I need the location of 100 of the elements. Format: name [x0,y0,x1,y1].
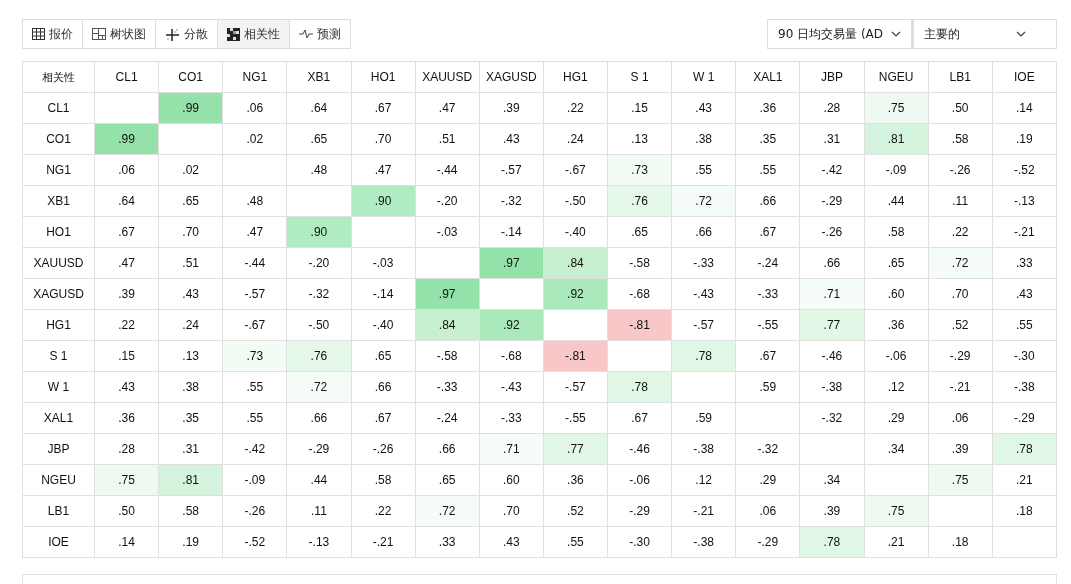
row-header: XAGUSD [22,278,95,310]
correlation-cell: .72 [928,247,993,279]
correlation-cell: -.32 [799,402,864,434]
correlation-cell: .71 [479,433,544,465]
row-header: S 1 [22,340,95,372]
scatter-icon [165,27,180,41]
correlation-cell: -.21 [671,495,736,527]
correlation-cell: .44 [286,464,351,496]
view-tab[interactable]: 相关性 [218,20,290,48]
correlation-cell: -.40 [543,216,608,248]
correlation-cell: -.20 [415,185,480,217]
correlation-cell: -.29 [286,433,351,465]
correlation-cell: .73 [222,340,287,372]
correlation-cell: .78 [671,340,736,372]
correlation-cell: .70 [351,123,416,155]
correlation-cell: .67 [94,216,159,248]
correlation-cell: -.57 [543,371,608,403]
correlation-cell: .66 [735,185,800,217]
correlation-cell: .22 [543,92,608,124]
correlation-cell: .39 [94,278,159,310]
correlation-cell: .39 [799,495,864,527]
correlation-cell: .75 [928,464,993,496]
dropdown[interactable]: 主要的 [912,19,1057,49]
correlation-cell: .65 [864,247,929,279]
correlation-cell: .55 [671,154,736,186]
column-header: LB1 [928,61,993,93]
correlation-cell: .52 [543,495,608,527]
row-header: CO1 [22,123,95,155]
correlation-cell: -.14 [351,278,416,310]
correlation-cell: .55 [222,402,287,434]
row-header: W 1 [22,371,95,403]
correlation-cell: .36 [94,402,159,434]
column-header: IOE [992,61,1057,93]
correlation-cell: .02 [222,123,287,155]
correlation-cell: .48 [286,154,351,186]
correlation-cell: .36 [543,464,608,496]
correlation-cell: -.38 [799,371,864,403]
correlation-cell: .81 [864,123,929,155]
correlation-cell: .11 [286,495,351,527]
correlation-cell: .65 [415,464,480,496]
correlation-cell: .34 [864,433,929,465]
treemap-icon [92,28,106,40]
correlation-cell: .78 [799,526,864,558]
correlation-cell: -.50 [286,309,351,341]
correlation-cell: -.57 [222,278,287,310]
correlation-cell: .47 [415,92,480,124]
row-header: XAUUSD [22,247,95,279]
correlation-cell: -.26 [799,216,864,248]
correlation-cell: .34 [799,464,864,496]
correlation-cell: .66 [351,371,416,403]
row-header: LB1 [22,495,95,527]
correlation-cell: -.55 [543,402,608,434]
correlation-cell: .92 [479,309,544,341]
correlation-cell: -.29 [735,526,800,558]
correlation-cell: .43 [671,92,736,124]
correlation-cell: .75 [864,495,929,527]
correlation-cell: .72 [286,371,351,403]
correlation-cell: .58 [158,495,223,527]
correlation-cell: -.52 [222,526,287,558]
row-header: HO1 [22,216,95,248]
correlation-cell: .22 [928,216,993,248]
correlation-cell: -.52 [992,154,1057,186]
correlation-cell: .22 [94,309,159,341]
correlation-cell: -.21 [351,526,416,558]
correlation-cell: .55 [222,371,287,403]
correlation-cell: .58 [864,216,929,248]
correlation-cell: .33 [992,247,1057,279]
correlation-cell: .21 [992,464,1057,496]
correlation-cell: .12 [864,371,929,403]
correlation-cell: .24 [543,123,608,155]
correlation-cell: -.42 [222,433,287,465]
correlation-cell: -.58 [415,340,480,372]
correlation-cell: .14 [94,526,159,558]
pulse-line-icon [299,29,313,39]
correlation-cell: .92 [543,278,608,310]
correlation-cell: .15 [94,340,159,372]
correlation-cell: .28 [799,92,864,124]
column-header: JBP [799,61,864,93]
correlation-cell: -.21 [992,216,1057,248]
correlation-cell: .76 [286,340,351,372]
correlation-cell: .64 [94,185,159,217]
correlation-cell: -.14 [479,216,544,248]
correlation-cell: .11 [928,185,993,217]
correlation-cell: .77 [543,433,608,465]
correlation-cell: .65 [607,216,672,248]
correlation-cell: .78 [992,433,1057,465]
correlation-cell: .43 [479,526,544,558]
column-header: XB1 [286,61,351,93]
correlation-cell: -.32 [735,433,800,465]
dropdown[interactable]: 90 日均交易量 (AD [767,19,912,49]
correlation-cell: .67 [607,402,672,434]
correlation-cell: -.38 [671,526,736,558]
correlation-cell: .21 [864,526,929,558]
correlation-cell: -.44 [222,247,287,279]
correlation-cell: -.06 [864,340,929,372]
column-header: CO1 [158,61,223,93]
correlation-cell: .33 [415,526,480,558]
correlation-cell: .18 [992,495,1057,527]
correlation-cell: -.68 [479,340,544,372]
correlation-cell: .06 [928,402,993,434]
